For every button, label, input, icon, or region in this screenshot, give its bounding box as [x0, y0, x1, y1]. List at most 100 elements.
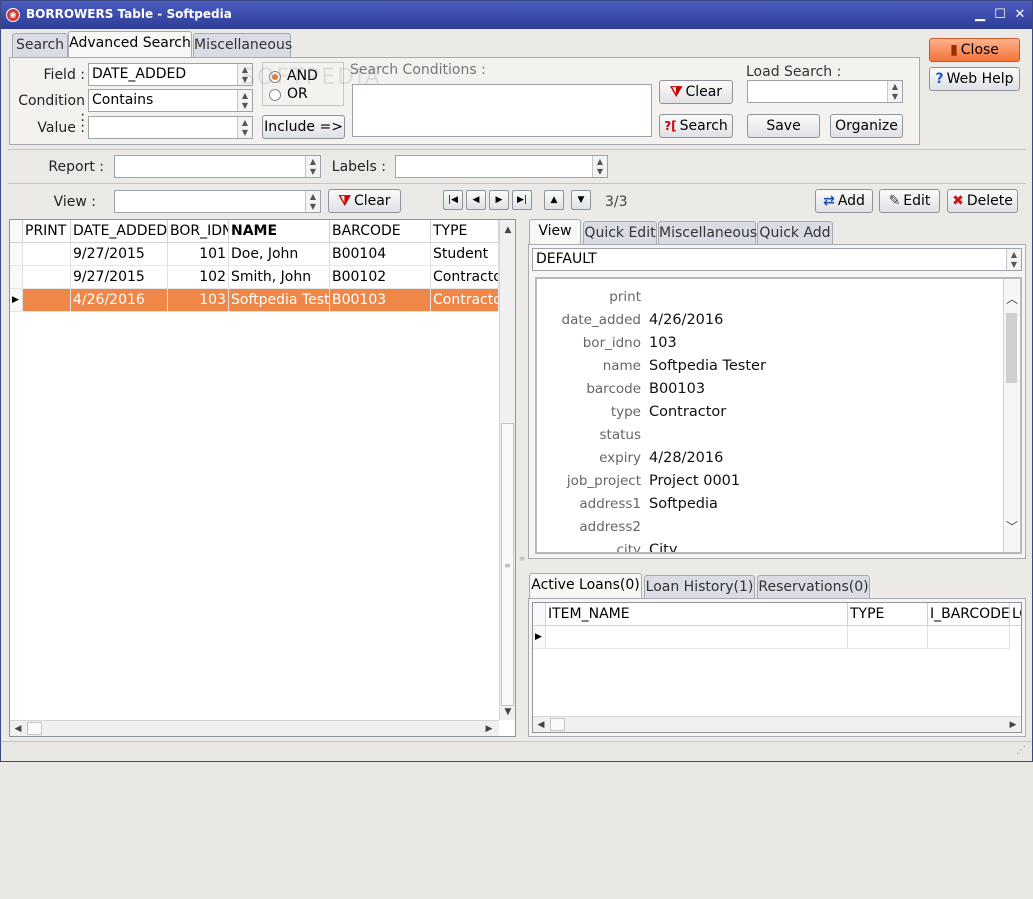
scroll-thumb[interactable] — [550, 718, 565, 731]
cell-bor-idno[interactable]: 103 — [168, 289, 229, 312]
cell-i-barcode[interactable] — [928, 626, 1010, 649]
delete-button[interactable]: ✖ Delete — [947, 189, 1018, 213]
col-header-date-added[interactable]: DATE_ADDED — [71, 220, 168, 243]
tab-loan-history[interactable]: Loan History(1) — [644, 575, 755, 599]
cell-type[interactable]: Contractor — [431, 289, 499, 312]
loans-horizontal-scrollbar[interactable]: ◀ ▶ — [533, 716, 1021, 732]
close-button[interactable]: ▮ Close — [929, 38, 1020, 62]
maximize-icon[interactable]: ☐ — [991, 6, 1009, 24]
tab-quick-edit[interactable]: Quick Edit — [583, 221, 657, 245]
next-record-icon[interactable]: ▶ — [489, 190, 509, 210]
col-header-print[interactable]: PRINT — [23, 220, 71, 243]
cell-loan-type[interactable] — [848, 626, 928, 649]
cell-barcode[interactable]: B00103 — [330, 289, 431, 312]
scroll-thumb[interactable] — [1006, 313, 1017, 383]
scroll-thumb[interactable]: ≡ — [501, 423, 514, 706]
spin-icon[interactable]: ▲ ▼ — [237, 117, 252, 138]
cell-bor-idno[interactable]: 102 — [168, 266, 229, 289]
detail-field-key: name — [602, 358, 641, 374]
detail-vertical-scrollbar[interactable]: ︿ ﹀ — [1003, 279, 1019, 552]
scroll-left-icon[interactable]: ◀ — [533, 717, 549, 732]
cell-bor-idno[interactable]: 101 — [168, 243, 229, 266]
spin-icon[interactable]: ▲ ▼ — [592, 156, 607, 177]
cell-print[interactable] — [23, 243, 71, 266]
splitter-handle[interactable]: ≡ — [518, 219, 526, 737]
col-header-type[interactable]: TYPE — [431, 220, 499, 243]
spin-icon[interactable]: ▲ ▼ — [305, 191, 320, 212]
active-loans-grid[interactable]: ITEM_NAME TYPE I_BARCODE LO ▶ ◀ ▶ — [532, 602, 1022, 733]
save-search-button[interactable]: Save — [747, 114, 820, 138]
add-button[interactable]: ⇄ Add — [815, 189, 873, 213]
cell-print[interactable] — [23, 289, 71, 312]
col-header-bor-idno[interactable]: BOR_IDNO — [168, 220, 229, 243]
cell-barcode[interactable]: B00102 — [330, 266, 431, 289]
col-header-item-name[interactable]: ITEM_NAME — [546, 603, 848, 626]
clear-conditions-button[interactable]: ⧩ Clear — [659, 80, 733, 104]
condition-select[interactable]: Contains ▲ ▼ — [88, 89, 253, 112]
close-window-icon[interactable]: ✕ — [1011, 6, 1029, 24]
grid-vertical-scrollbar[interactable]: ▲ ≡ ▼ — [499, 220, 515, 720]
advanced-search-panel: Field : DATE_ADDED ▲ ▼ Condition : Contai… — [9, 57, 920, 145]
cell-name[interactable]: Softpedia Tester — [229, 289, 330, 312]
scroll-down-icon[interactable]: ﹀ — [1004, 519, 1020, 535]
scroll-right-icon[interactable]: ▶ — [1005, 717, 1021, 732]
spin-icon[interactable]: ▲ ▼ — [887, 81, 902, 102]
scroll-down-icon[interactable]: ▼ — [500, 704, 515, 720]
view-select[interactable]: ▲ ▼ — [114, 190, 321, 213]
search-button[interactable]: ?[Search — [659, 114, 733, 138]
cell-print[interactable] — [23, 266, 71, 289]
report-select[interactable]: ▲ ▼ — [114, 155, 321, 178]
edit-button[interactable]: ✎ Edit — [879, 189, 940, 213]
field-select[interactable]: DATE_ADDED ▲ ▼ — [88, 63, 253, 86]
move-up-icon[interactable]: ▲ — [544, 190, 564, 210]
tab-view[interactable]: View — [529, 219, 581, 245]
tab-miscellaneous[interactable]: Miscellaneous — [193, 33, 292, 57]
cell-barcode[interactable]: B00104 — [330, 243, 431, 266]
cell-date-added[interactable]: 9/27/2015 — [71, 266, 168, 289]
col-header-name[interactable]: NAME — [229, 220, 330, 243]
scroll-right-icon[interactable]: ▶ — [481, 721, 497, 736]
include-button[interactable]: Include => — [262, 115, 345, 139]
minimize-icon[interactable]: ▁ — [971, 6, 989, 24]
value-input[interactable]: ▲ ▼ — [88, 116, 253, 139]
grid-horizontal-scrollbar[interactable]: ◀ ▶ — [10, 720, 499, 736]
scroll-thumb[interactable] — [27, 722, 42, 735]
scroll-left-icon[interactable]: ◀ — [10, 721, 26, 736]
cell-name[interactable]: Doe, John — [229, 243, 330, 266]
resize-grip-icon[interactable]: ⋰ — [1016, 745, 1026, 756]
tab-detail-miscellaneous[interactable]: Miscellaneous — [658, 221, 757, 245]
borrowers-grid[interactable]: PRINT DATE_ADDED BOR_IDNO NAME BARCODE T… — [9, 219, 516, 737]
load-search-select[interactable]: ▲ ▼ — [747, 80, 903, 103]
col-header-i-barcode[interactable]: I_BARCODE — [928, 603, 1010, 626]
or-radio[interactable] — [269, 89, 281, 101]
search-conditions-box[interactable] — [352, 84, 652, 137]
cell-name[interactable]: Smith, John — [229, 266, 330, 289]
cell-date-added[interactable]: 4/26/2016 — [71, 289, 168, 312]
move-down-icon[interactable]: ▼ — [571, 190, 591, 210]
col-header-barcode[interactable]: BARCODE — [330, 220, 431, 243]
tab-search[interactable]: Search — [12, 33, 68, 57]
tab-advanced-search[interactable]: Advanced Search — [68, 31, 192, 57]
scroll-up-icon[interactable]: ︿ — [1004, 291, 1020, 307]
cell-item-name[interactable] — [546, 626, 848, 649]
previous-record-icon[interactable]: ◀ — [466, 190, 486, 210]
cell-type[interactable]: Contractor — [431, 266, 499, 289]
col-header-lo[interactable]: LO — [1010, 603, 1021, 626]
spin-icon[interactable]: ▲ ▼ — [237, 90, 252, 111]
spin-icon[interactable]: ▲ ▼ — [1006, 249, 1021, 270]
cell-date-added[interactable]: 9/27/2015 — [71, 243, 168, 266]
tab-active-loans[interactable]: Active Loans(0) — [529, 573, 642, 599]
tab-quick-add[interactable]: Quick Add — [757, 221, 833, 245]
app-logo-icon: ◉ — [6, 8, 20, 22]
col-header-loan-type[interactable]: TYPE — [848, 603, 928, 626]
cell-type[interactable]: Student — [431, 243, 499, 266]
first-record-icon[interactable]: |◀ — [443, 190, 463, 210]
scroll-up-icon[interactable]: ▲ — [500, 222, 515, 238]
clear-view-button[interactable]: ⧩ Clear — [328, 189, 401, 213]
detail-view-select[interactable]: DEFAULT ▲ ▼ — [532, 248, 1022, 271]
tab-reservations[interactable]: Reservations(0) — [757, 575, 870, 599]
labels-select[interactable]: ▲ ▼ — [395, 155, 608, 178]
web-help-button[interactable]: ? Web Help — [929, 67, 1020, 91]
last-record-icon[interactable]: ▶| — [512, 190, 532, 210]
organize-button[interactable]: Organize — [830, 114, 903, 138]
